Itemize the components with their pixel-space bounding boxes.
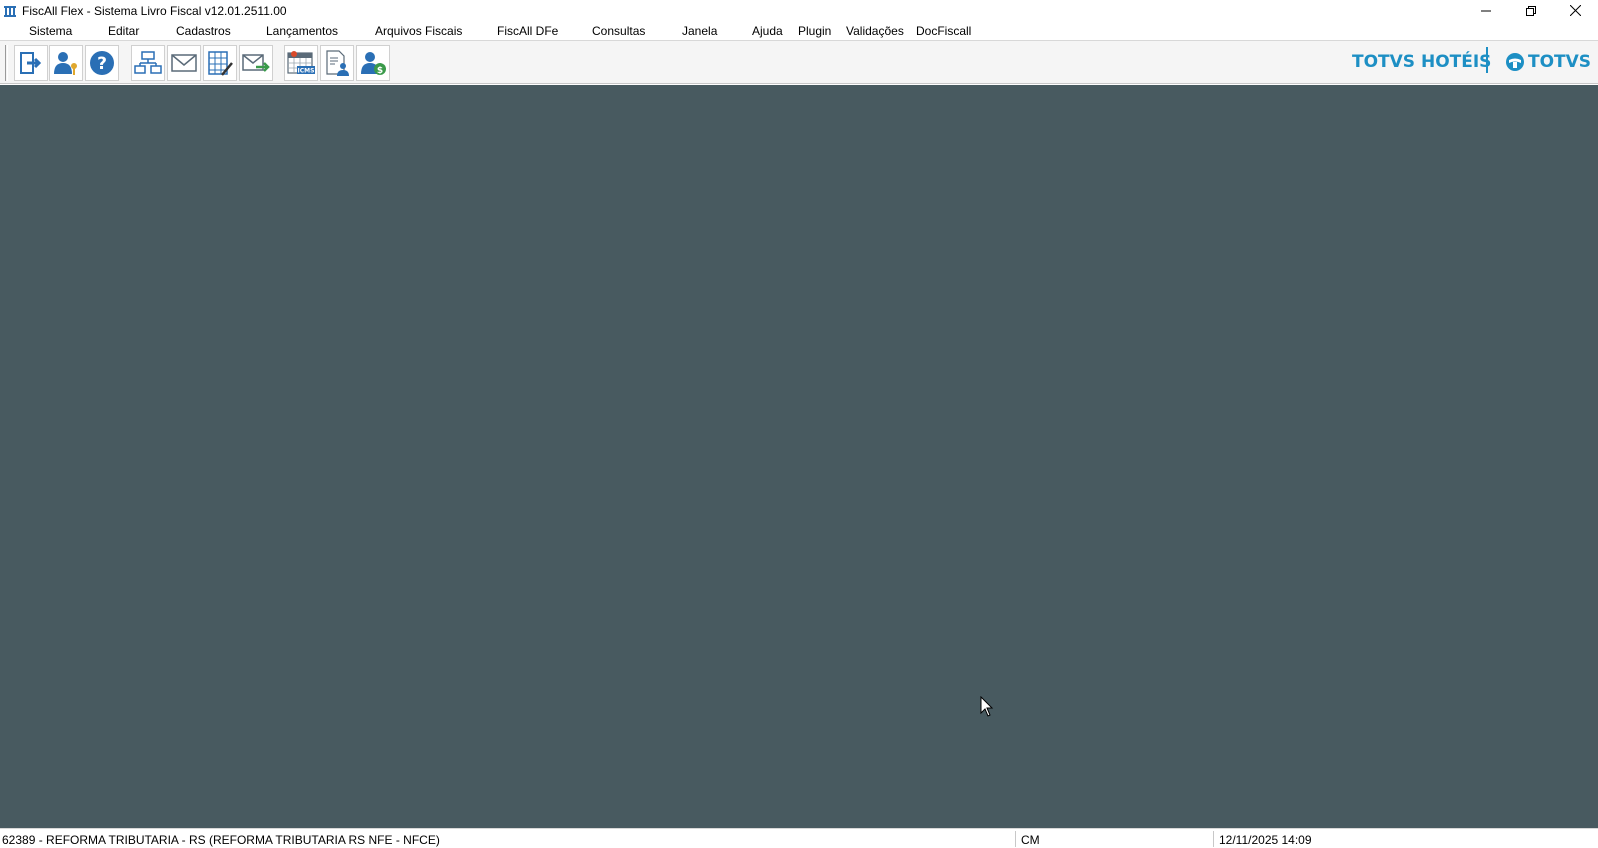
menu-cadastros[interactable]: Cadastros: [174, 23, 233, 39]
send-mail-icon: [242, 54, 270, 72]
status-company: 62389 - REFORMA TRIBUTARIA - RS (REFORMA…: [2, 833, 440, 847]
structure-button[interactable]: [131, 45, 165, 81]
user-money-button[interactable]: $: [356, 45, 390, 81]
envelope-icon: [171, 54, 197, 72]
minimize-icon: [1480, 10, 1491, 11]
brand-totvs: TOTVS: [1505, 49, 1591, 75]
menu-editar[interactable]: Editar: [106, 23, 141, 39]
svg-text:?: ?: [97, 54, 107, 74]
document-user-button[interactable]: [320, 45, 354, 81]
menu-sistema[interactable]: Sistema: [27, 23, 74, 39]
svg-text:$: $: [377, 66, 383, 76]
user-key-icon: [54, 52, 77, 75]
exit-button[interactable]: [14, 45, 48, 81]
document-user-icon: [326, 50, 349, 76]
restore-icon: [1525, 5, 1536, 16]
menu-lancamentos[interactable]: Lançamentos: [264, 23, 340, 39]
totvs-logo-icon: [1506, 53, 1524, 71]
toolbar-grip[interactable]: [5, 45, 8, 81]
app-building-icon[interactable]: [3, 4, 17, 18]
window-title: FiscAll Flex - Sistema Livro Fiscal v12.…: [22, 3, 287, 18]
title-bar: FiscAll Flex - Sistema Livro Fiscal v12.…: [0, 0, 1598, 21]
menu-fiscall-dfe[interactable]: FiscAll DFe: [495, 23, 560, 39]
mdi-workspace[interactable]: [0, 85, 1598, 828]
mouse-cursor-icon: [980, 696, 994, 717]
menu-ajuda[interactable]: Ajuda: [750, 23, 785, 39]
spreadsheet-edit-button[interactable]: [203, 45, 237, 81]
menu-bar: Sistema Editar Cadastros Lançamentos Arq…: [0, 21, 1598, 41]
menu-docfiscall[interactable]: DocFiscall: [914, 23, 973, 39]
svg-text:ICMS: ICMS: [298, 68, 315, 75]
brand-totvs-text: TOTVS: [1528, 52, 1592, 72]
send-mail-button[interactable]: [239, 45, 273, 81]
org-chart-icon: [134, 51, 162, 74]
minimize-button[interactable]: [1463, 0, 1508, 21]
calendar-icms-button[interactable]: ICMS: [284, 45, 318, 81]
help-button[interactable]: ?: [85, 45, 119, 81]
status-divider: [1015, 831, 1016, 847]
close-button[interactable]: [1553, 0, 1598, 21]
menu-validacoes[interactable]: Validações: [844, 23, 906, 39]
menu-janela[interactable]: Janela: [680, 23, 719, 39]
restore-button[interactable]: [1508, 0, 1553, 21]
calendar-icms-icon: ICMS: [287, 51, 315, 75]
exit-door-icon: [20, 52, 42, 74]
status-bar: 62389 - REFORMA TRIBUTARIA - RS (REFORMA…: [0, 828, 1598, 848]
help-icon: ?: [90, 51, 114, 75]
menu-plugin[interactable]: Plugin: [796, 23, 833, 39]
mail-button[interactable]: [167, 45, 201, 81]
status-datetime: 12/11/2025 14:09: [1219, 833, 1312, 847]
user-access-button[interactable]: [49, 45, 83, 81]
menu-arquivos-fiscais[interactable]: Arquivos Fiscais: [373, 23, 464, 39]
menu-consultas[interactable]: Consultas: [590, 23, 647, 39]
user-money-icon: $: [361, 52, 386, 76]
status-module: CM: [1021, 833, 1040, 847]
spreadsheet-edit-icon: [208, 51, 233, 76]
close-icon: [1570, 5, 1581, 16]
status-divider: [1213, 831, 1214, 847]
brand-divider: [1486, 47, 1488, 73]
toolbar: ? ICMS $ TOTVS HOTÉIS TOTVS: [0, 41, 1598, 84]
brand-totvs-hoteis: TOTVS HOTÉIS: [1352, 52, 1492, 72]
